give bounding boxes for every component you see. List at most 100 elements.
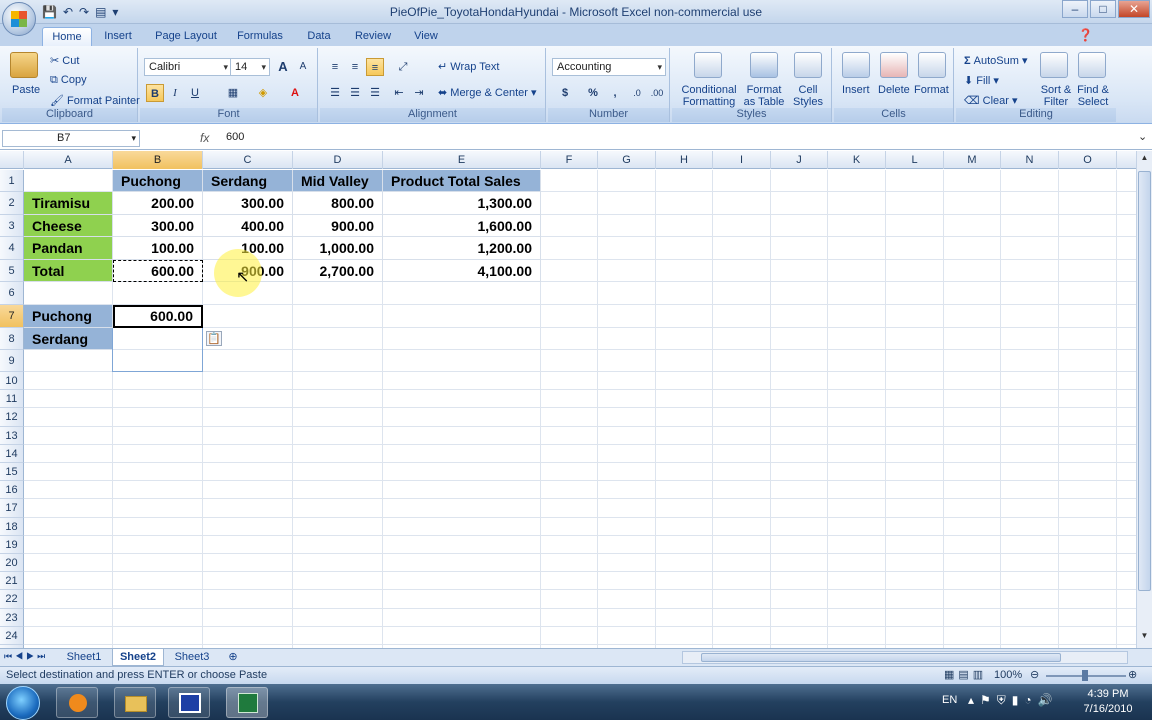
cell-c2[interactable]: 300.00 — [203, 192, 293, 215]
zoom-slider-thumb[interactable] — [1082, 670, 1088, 681]
format-as-table-button[interactable]: Format as Table — [740, 84, 788, 108]
align-center-icon[interactable]: ☰ — [346, 84, 364, 102]
clear-button[interactable]: ⌫ Clear ▾ — [964, 94, 1018, 107]
cell-a8[interactable]: Serdang — [24, 328, 113, 350]
minimize-button[interactable]: – — [1062, 0, 1088, 18]
scroll-down-icon[interactable]: ▼ — [1138, 631, 1151, 645]
sort-filter-button[interactable]: Sort & Filter — [1038, 84, 1074, 108]
column-header-f[interactable]: F — [541, 151, 598, 169]
column-header-g[interactable]: G — [598, 151, 656, 169]
row-header-14[interactable]: 14 — [0, 444, 24, 463]
system-tray-icons[interactable]: ▴⚑⛨▮◔🔊 — [968, 693, 1059, 708]
taskbar-excel-icon[interactable] — [226, 687, 268, 718]
cell-d4[interactable]: 1,000.00 — [293, 237, 383, 260]
expand-formula-bar-icon[interactable]: ⌄ — [1138, 130, 1147, 143]
row-header-19[interactable]: 19 — [0, 535, 24, 554]
cell-b7-active[interactable]: 600.00 — [113, 305, 203, 328]
fill-button[interactable]: ⬇ Fill ▾ — [964, 74, 999, 87]
insert-cells-button[interactable]: Insert — [842, 84, 870, 96]
paste-options-icon[interactable]: 📋 — [206, 331, 222, 346]
cell-b4[interactable]: 100.00 — [113, 237, 203, 260]
cell-d5[interactable]: 2,700.00 — [293, 260, 383, 282]
decrease-indent-icon[interactable]: ⇤ — [390, 84, 408, 102]
row-header-21[interactable]: 21 — [0, 572, 24, 591]
sheet-tab-sheet3[interactable]: Sheet3 — [168, 649, 216, 666]
zoom-in-icon[interactable]: ⊕ — [1128, 668, 1137, 681]
scroll-up-icon[interactable]: ▲ — [1138, 153, 1151, 167]
cell-styles-button[interactable]: Cell Styles — [790, 84, 826, 108]
maximize-button[interactable]: □ — [1090, 0, 1116, 18]
row-header-8[interactable]: 8 — [0, 328, 24, 350]
row-header-3[interactable]: 3 — [0, 215, 24, 237]
row-header-15[interactable]: 15 — [0, 463, 24, 482]
column-header-o[interactable]: O — [1059, 151, 1117, 169]
row-header-4[interactable]: 4 — [0, 237, 24, 260]
font-name-combo[interactable]: Calibri — [144, 58, 232, 76]
view-buttons-icon[interactable]: ▦▤▥ — [944, 668, 987, 681]
tab-review[interactable]: Review — [350, 27, 396, 46]
cell-d3[interactable]: 900.00 — [293, 215, 383, 237]
comma-button[interactable]: , — [606, 84, 624, 102]
sort-filter-icon[interactable] — [1040, 52, 1068, 78]
taskbar-media-player-icon[interactable] — [56, 687, 98, 718]
cell-e2[interactable]: 1,300.00 — [383, 192, 541, 215]
merge-center-button[interactable]: ⬌ Merge & Center ▾ — [438, 86, 537, 99]
row-header-24[interactable]: 24 — [0, 626, 24, 645]
insert-sheet-icon[interactable]: ⊕ — [222, 649, 244, 666]
formula-input[interactable]: 600 — [226, 131, 244, 143]
row-header-22[interactable]: 22 — [0, 590, 24, 609]
cell-b2[interactable]: 200.00 — [113, 192, 203, 215]
delete-cells-button[interactable]: Delete — [878, 84, 910, 96]
conditional-formatting-button[interactable]: Conditional Formatting — [680, 84, 738, 108]
taskbar-explorer-icon[interactable] — [114, 687, 156, 718]
cell-b3[interactable]: 300.00 — [113, 215, 203, 237]
row-header-9[interactable]: 9 — [0, 350, 24, 372]
column-header-d[interactable]: D — [293, 151, 383, 169]
increase-indent-icon[interactable]: ⇥ — [410, 84, 428, 102]
tab-formulas[interactable]: Formulas — [232, 27, 288, 46]
help-icon[interactable]: ❓ — [1078, 28, 1093, 42]
row-header-18[interactable]: 18 — [0, 517, 24, 536]
row-header-23[interactable]: 23 — [0, 608, 24, 627]
tab-data[interactable]: Data — [298, 27, 340, 46]
delete-cells-icon[interactable] — [880, 52, 908, 78]
tab-view[interactable]: View — [406, 27, 446, 46]
grow-font-button[interactable]: A — [274, 58, 292, 76]
paste-button[interactable]: Paste — [12, 84, 40, 96]
row-header-6[interactable]: 6 — [0, 282, 24, 305]
cell-a5[interactable]: Total — [24, 260, 113, 282]
tab-page-layout[interactable]: Page Layout — [150, 27, 222, 46]
vertical-scroll-thumb[interactable] — [1138, 171, 1151, 591]
align-top-icon[interactable]: ≡ — [326, 58, 344, 76]
italic-button[interactable]: I — [166, 84, 184, 102]
format-as-table-icon[interactable] — [750, 52, 778, 78]
cell-e1[interactable]: Product Total Sales — [383, 170, 541, 192]
column-header-l[interactable]: L — [886, 151, 944, 169]
tab-insert[interactable]: Insert — [96, 27, 140, 46]
percent-button[interactable]: % — [584, 84, 602, 102]
row-header-16[interactable]: 16 — [0, 481, 24, 500]
row-header-5[interactable]: 5 — [0, 260, 24, 282]
cell-c1[interactable]: Serdang — [203, 170, 293, 192]
cell-d1[interactable]: Mid Valley — [293, 170, 383, 192]
decrease-decimal-icon[interactable]: .00 — [648, 84, 666, 102]
zoom-out-icon[interactable]: ⊖ — [1030, 668, 1039, 681]
paste-icon[interactable] — [10, 52, 38, 78]
row-header-11[interactable]: 11 — [0, 390, 24, 409]
increase-decimal-icon[interactable]: .0 — [628, 84, 646, 102]
cell-b5-copy-marquee[interactable]: 600.00 — [113, 260, 203, 282]
office-button[interactable] — [2, 2, 36, 36]
select-all-corner[interactable] — [0, 151, 24, 169]
orientation-icon[interactable]: ⤢ — [394, 58, 412, 76]
column-header-a[interactable]: A — [24, 151, 113, 169]
cell-a4[interactable]: Pandan — [24, 237, 113, 260]
align-middle-icon[interactable]: ≡ — [346, 58, 364, 76]
column-header-j[interactable]: J — [771, 151, 828, 169]
cell-d2[interactable]: 800.00 — [293, 192, 383, 215]
align-bottom-icon[interactable]: ≡ — [366, 58, 384, 76]
align-right-icon[interactable]: ☰ — [366, 84, 384, 102]
column-header-k[interactable]: K — [828, 151, 886, 169]
cell-e4[interactable]: 1,200.00 — [383, 237, 541, 260]
format-cells-button[interactable]: Format — [914, 84, 949, 96]
horizontal-scroll-thumb[interactable] — [701, 653, 1061, 662]
